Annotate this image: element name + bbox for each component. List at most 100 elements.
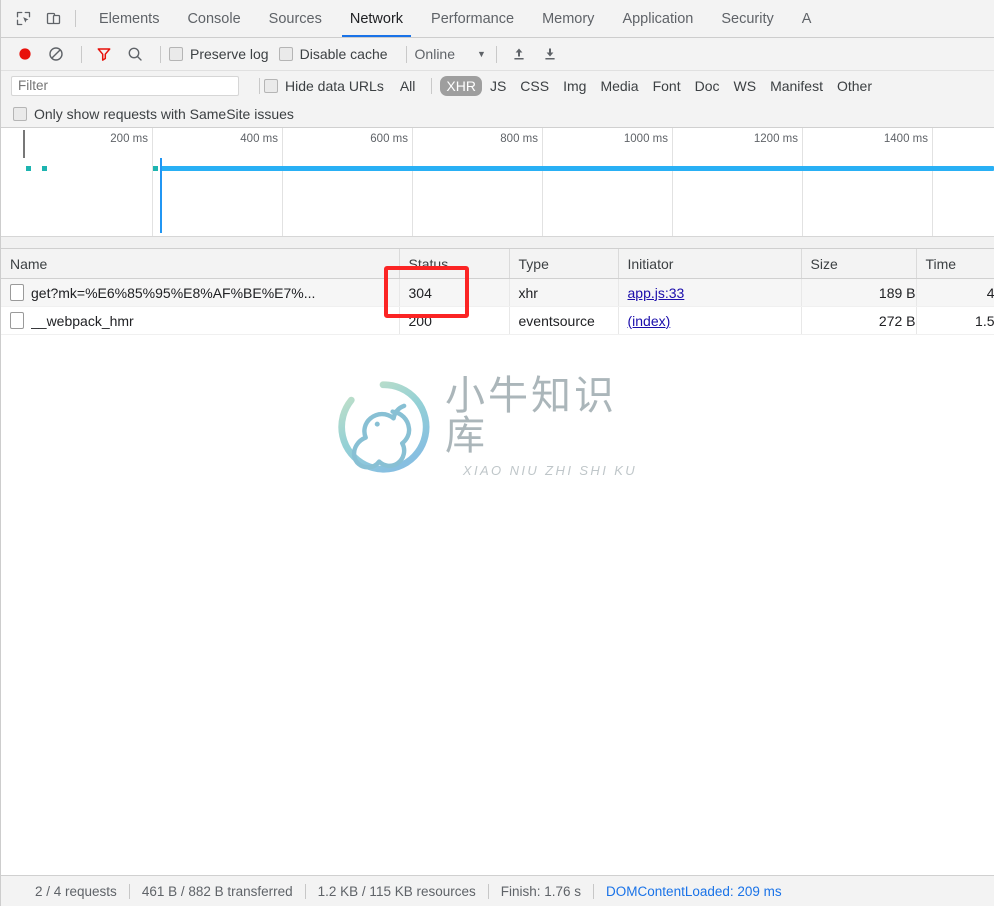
tab-network[interactable]: Network	[336, 1, 417, 37]
import-har-icon[interactable]	[505, 41, 533, 67]
table-header-row: Name Status Type Initiator Size Time	[1, 249, 994, 279]
overview-tick-1200: 1200 ms	[753, 133, 798, 145]
type-filter-manifest[interactable]: Manifest	[764, 76, 829, 96]
type-filter-media[interactable]: Media	[594, 76, 644, 96]
overview-tick-400: 400 ms	[240, 133, 278, 145]
filter-button[interactable]	[90, 41, 118, 67]
type-filter-all[interactable]: All	[394, 76, 422, 96]
watermark-pinyin: XIAO NIU ZHI SHI KU	[462, 463, 638, 478]
preserve-log-box	[169, 47, 183, 61]
watermark: 小牛知识库 XIAO NIU ZHI SHI KU	[335, 376, 655, 478]
overview-request-dot	[153, 166, 158, 171]
throttle-select-value[interactable]: Online	[415, 46, 455, 62]
overview-tick-1000: 1000 ms	[623, 133, 668, 145]
watermark-logo-icon	[338, 381, 430, 473]
request-type: eventsource	[509, 306, 619, 335]
initiator-link[interactable]: app.js:33	[628, 285, 685, 301]
overview-tick-800: 800 ms	[500, 133, 538, 145]
tab-console[interactable]: Console	[173, 1, 254, 37]
initiator-link[interactable]: (index)	[628, 313, 671, 329]
overview-request-bar	[161, 166, 994, 171]
overview-tick-600: 600 ms	[370, 133, 408, 145]
request-size: 272 B	[801, 306, 917, 335]
filterbar-divider-0	[259, 78, 260, 94]
file-icon	[10, 312, 24, 329]
column-header-type[interactable]: Type	[509, 249, 619, 279]
network-overview[interactable]: 200 ms 400 ms 600 ms 800 ms 1000 ms 1200…	[1, 128, 994, 237]
filter-bar: Hide data URLs All XHR JS CSS Img Media …	[1, 71, 994, 101]
disable-cache-label: Disable cache	[299, 46, 388, 62]
table-row[interactable]: __webpack_hmr 200 eventsource (index) 27…	[1, 306, 994, 335]
status-transferred: 461 B / 882 B transferred	[141, 883, 293, 899]
status-divider-1	[128, 883, 130, 899]
dom-content-loaded-marker	[160, 158, 162, 233]
status-divider-2	[304, 883, 306, 899]
request-name: __webpack_hmr	[31, 312, 134, 329]
tab-audits[interactable]: A	[788, 1, 826, 37]
column-header-name[interactable]: Name	[1, 249, 400, 279]
samesite-checkbox[interactable]: Only show requests with SameSite issues	[13, 106, 294, 122]
request-time: 4	[916, 278, 994, 307]
request-initiator[interactable]: (index)	[618, 306, 802, 335]
toolbar-divider-2	[160, 45, 161, 63]
preserve-log-checkbox[interactable]: Preserve log	[169, 46, 269, 62]
chevron-down-icon[interactable]: ▼	[477, 49, 486, 59]
request-name-cell[interactable]: __webpack_hmr	[1, 306, 400, 335]
tab-memory[interactable]: Memory	[528, 1, 608, 37]
tab-performance[interactable]: Performance	[417, 1, 528, 37]
search-icon[interactable]	[121, 41, 149, 67]
column-header-time[interactable]: Time	[916, 249, 994, 279]
status-dom-content-loaded: DOMContentLoaded: 209 ms	[606, 883, 782, 899]
inspect-element-icon[interactable]	[9, 6, 37, 32]
type-filter-font[interactable]: Font	[647, 76, 687, 96]
watermark-title: 小牛知识库	[445, 373, 617, 459]
column-header-status[interactable]: Status	[399, 249, 510, 279]
requests-table: Name Status Type Initiator Size Time get…	[1, 249, 994, 335]
status-finish: Finish: 1.76 s	[500, 883, 582, 899]
filter-input[interactable]	[11, 76, 239, 96]
requests-table-container[interactable]: Name Status Type Initiator Size Time get…	[1, 249, 994, 875]
devtools-window: Elements Console Sources Network Perform…	[0, 0, 994, 906]
samesite-box	[13, 107, 27, 121]
samesite-filter-row: Only show requests with SameSite issues	[1, 101, 994, 128]
clear-button[interactable]	[42, 41, 70, 67]
toolbar-divider-1	[81, 45, 82, 63]
overview-resizer[interactable]	[1, 237, 994, 249]
type-filter-other[interactable]: Other	[831, 76, 878, 96]
request-status: 304	[399, 278, 510, 307]
record-button[interactable]	[11, 41, 39, 67]
toolbar-divider-4	[495, 45, 497, 63]
request-name-cell[interactable]: get?mk=%E6%85%95%E8%AF%BE%E7%...	[1, 278, 400, 307]
type-filter-ws[interactable]: WS	[728, 76, 763, 96]
column-header-size[interactable]: Size	[801, 249, 917, 279]
type-filter-js[interactable]: JS	[484, 76, 512, 96]
disable-cache-box	[278, 47, 293, 61]
tab-elements[interactable]: Elements	[85, 1, 173, 37]
column-header-initiator[interactable]: Initiator	[618, 249, 802, 279]
type-filter-css[interactable]: CSS	[514, 76, 555, 96]
type-filter-xhr[interactable]: XHR	[440, 76, 482, 96]
hide-data-urls-label: Hide data URLs	[285, 78, 384, 94]
samesite-label: Only show requests with SameSite issues	[34, 106, 294, 122]
export-har-icon[interactable]	[536, 41, 564, 67]
file-icon	[10, 284, 24, 301]
request-initiator[interactable]: app.js:33	[618, 278, 802, 307]
request-name: get?mk=%E6%85%95%E8%AF%BE%E7%...	[31, 284, 316, 301]
hide-data-urls-checkbox[interactable]: Hide data URLs	[264, 78, 384, 94]
network-status-bar: 2 / 4 requests 461 B / 882 B transferred…	[1, 875, 994, 906]
type-filter-doc[interactable]: Doc	[689, 76, 726, 96]
disable-cache-checkbox[interactable]: Disable cache	[278, 46, 388, 62]
overview-request-dot	[26, 166, 31, 171]
status-divider-4	[593, 883, 595, 899]
device-toolbar-icon[interactable]	[39, 6, 67, 32]
table-row[interactable]: get?mk=%E6%85%95%E8%AF%BE%E7%... 304 xhr…	[1, 278, 994, 307]
tab-sources[interactable]: Sources	[255, 1, 336, 37]
tab-application[interactable]: Application	[608, 1, 707, 37]
tab-security[interactable]: Security	[707, 1, 787, 37]
request-status: 200	[399, 306, 510, 335]
filterbar-divider-1	[431, 78, 433, 94]
overview-tick-200: 200 ms	[110, 133, 148, 145]
type-filter-img[interactable]: Img	[557, 76, 592, 96]
status-divider-3	[487, 883, 489, 899]
tabbar-divider	[75, 10, 76, 27]
